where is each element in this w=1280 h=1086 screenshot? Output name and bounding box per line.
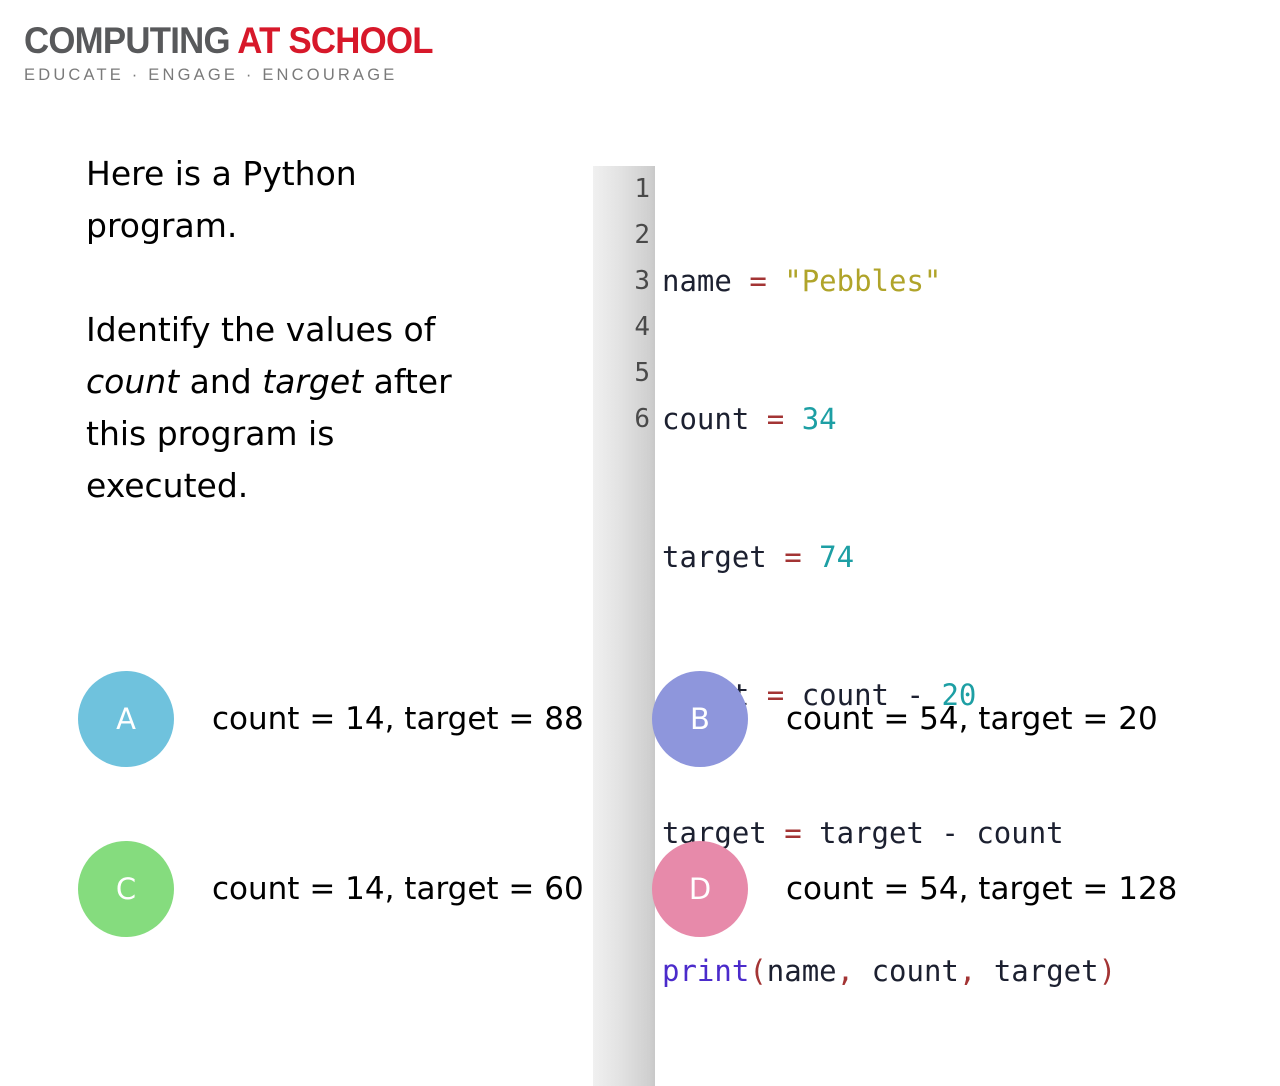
- option-label-c: count = 14, target = 60: [212, 871, 584, 907]
- code-token-identifier: target: [993, 954, 1099, 988]
- code-line-number-gutter: 1 2 3 4 5 6: [593, 166, 655, 1086]
- option-label-b: count = 54, target = 20: [786, 701, 1158, 737]
- code-line-2: count = 34: [662, 396, 1116, 442]
- logo-wordmark: COMPUTING AT SCHOOL: [24, 20, 434, 61]
- code-token-number: 34: [801, 402, 837, 436]
- logo-tagline: EDUCATE · ENGAGE · ENCOURAGE: [24, 66, 398, 84]
- line-number: 4: [634, 312, 650, 342]
- logo-word-computing: COMPUTING: [24, 20, 231, 61]
- code-token-comma: ,: [836, 954, 855, 988]
- code-token-paren-close: ): [1098, 954, 1117, 988]
- prose-p2-lead: Identify the values of: [86, 310, 436, 349]
- prose-paragraph-2: Identify the values of count and target …: [86, 304, 476, 512]
- code-token-operator: =: [784, 540, 802, 574]
- code-source-lines: name = "Pebbles" count = 34 target = 74 …: [655, 166, 1116, 1086]
- code-token-function: print: [662, 954, 750, 988]
- code-token-number: 74: [819, 540, 855, 574]
- prose-p2-mid: and: [179, 362, 263, 401]
- answer-option-a[interactable]: A count = 14, target = 88: [78, 671, 584, 767]
- answer-option-d[interactable]: D count = 54, target = 128: [652, 841, 1177, 937]
- python-code-block: 123456 name = "Pebbles" count = 34 targe…: [593, 166, 1116, 1086]
- code-token-identifier: count: [871, 954, 959, 988]
- code-token-comma: ,: [958, 954, 977, 988]
- code-token-identifier: target: [662, 540, 767, 574]
- question-prose: Here is a Python program. Identify the v…: [86, 148, 476, 512]
- answer-option-b[interactable]: B count = 54, target = 20: [652, 671, 1158, 767]
- prose-var-count: count: [86, 362, 180, 401]
- code-token-operator: =: [766, 402, 785, 436]
- line-number: 2: [634, 220, 650, 250]
- line-number: 1: [634, 174, 650, 204]
- option-label-d: count = 54, target = 128: [786, 871, 1178, 907]
- option-bubble-b[interactable]: B: [652, 671, 748, 767]
- option-bubble-a[interactable]: A: [78, 671, 174, 767]
- line-number: 5: [634, 358, 650, 388]
- code-line-1: name = "Pebbles": [662, 258, 1116, 304]
- code-token-operator: =: [749, 264, 767, 298]
- option-bubble-c[interactable]: C: [78, 841, 174, 937]
- answer-option-c[interactable]: C count = 14, target = 60: [78, 841, 584, 937]
- option-bubble-d[interactable]: D: [652, 841, 748, 937]
- prose-var-target: target: [262, 362, 364, 401]
- line-number: 3: [634, 266, 650, 296]
- code-token-identifier: count: [662, 402, 750, 436]
- code-line-3: target = 74: [662, 534, 1116, 580]
- cas-logo: COMPUTING AT SCHOOL EDUCATE · ENGAGE · EN…: [24, 22, 454, 85]
- code-token-identifier: name: [662, 264, 732, 298]
- code-token-string: "Pebbles": [784, 264, 942, 298]
- logo-word-at-school: AT SCHOOL: [237, 20, 433, 61]
- code-line-6: print(name, count, target): [662, 948, 1116, 994]
- code-token-paren-open: (: [749, 954, 767, 988]
- code-token-identifier: name: [766, 954, 837, 988]
- option-label-a: count = 14, target = 88: [212, 701, 584, 737]
- line-number: 6: [634, 404, 650, 434]
- prose-paragraph-1: Here is a Python program.: [86, 154, 357, 245]
